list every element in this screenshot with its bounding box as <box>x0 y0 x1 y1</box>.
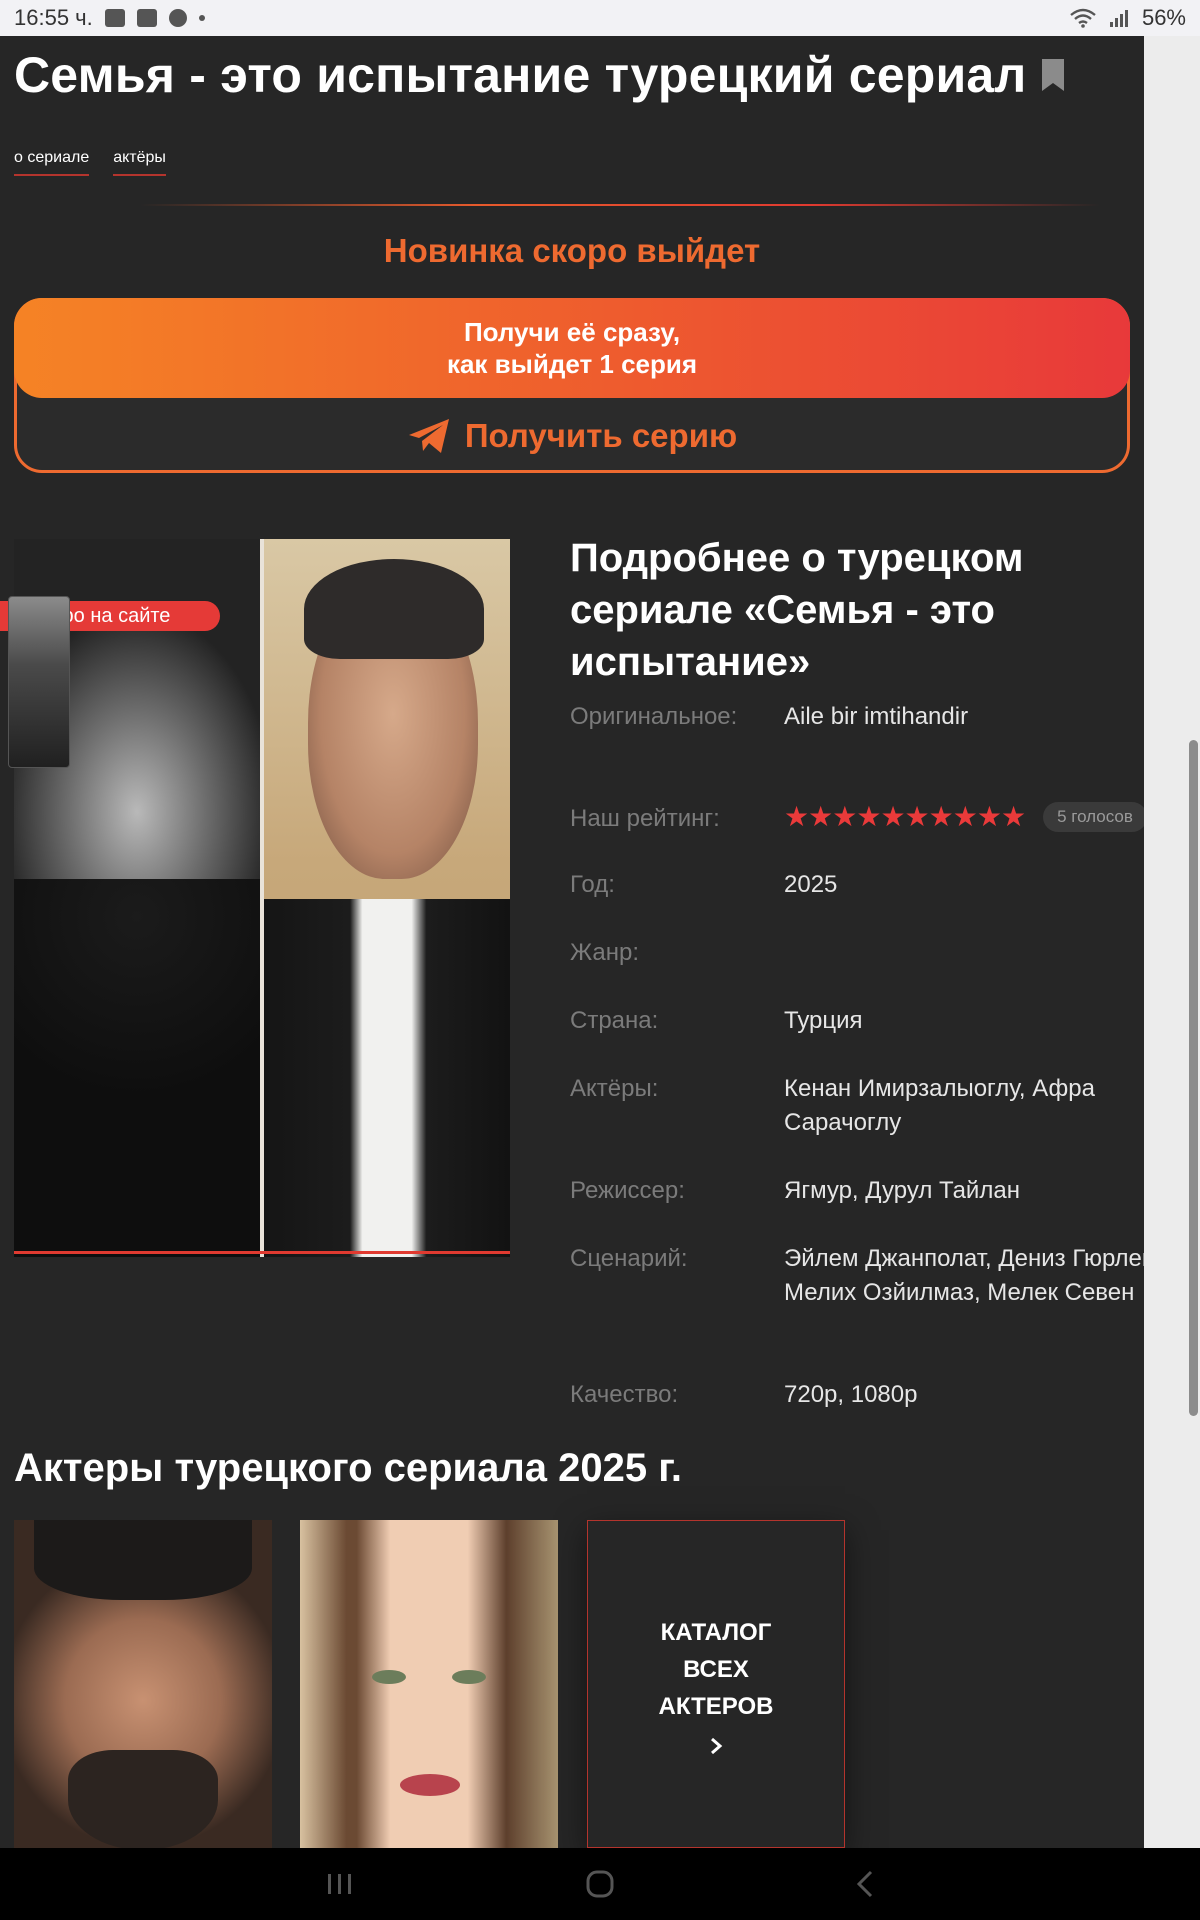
telegram-icon <box>408 419 449 453</box>
catalog-line-1: КАТАЛОГ <box>660 1618 772 1646</box>
rating-stars[interactable]: ★ ★ ★ ★ ★ ★ ★ ★ ★ ★ 5 голосов <box>784 800 1144 834</box>
details-heading: Подробнее о турецком сериале «Семья - эт… <box>570 536 1024 684</box>
star-icon[interactable]: ★ <box>880 800 905 834</box>
star-icon[interactable]: ★ <box>953 800 978 834</box>
get-episode-label: Получить серию <box>464 417 738 454</box>
promo-banner-line1: Получи её сразу, <box>463 317 681 347</box>
info-country: Страна: Турция <box>570 1004 1144 1038</box>
star-icon[interactable]: ★ <box>929 800 954 834</box>
scrollbar-thumb[interactable] <box>1189 740 1198 1416</box>
recent-apps-icon[interactable] <box>320 1866 360 1902</box>
actor-photo-eye <box>372 1670 406 1684</box>
votes-badge: 5 голосов <box>1043 802 1144 832</box>
actor-photo-eye <box>452 1670 486 1684</box>
info-country-label: Страна: <box>570 1007 659 1034</box>
poster-actor-right <box>264 539 510 1257</box>
page-tabs: о сериале актёры <box>14 149 166 176</box>
tab-about[interactable]: о сериале <box>14 149 90 176</box>
info-year-label: Год: <box>570 871 615 898</box>
info-genre-label: Жанр: <box>570 939 640 966</box>
status-bar: 16:55 ч. 56% <box>0 0 1200 36</box>
battery-level: 56% <box>1141 5 1186 30</box>
info-screenplay-label: Сценарий: <box>570 1245 688 1272</box>
poster-actor-left-body <box>14 879 260 1257</box>
star-icon[interactable]: ★ <box>977 800 1002 834</box>
info-director-label: Режиссер: <box>570 1177 685 1204</box>
info-genre-value <box>784 936 1144 970</box>
poster-actor-right-body <box>264 899 510 1257</box>
poster-actor-right-hair <box>304 559 484 659</box>
actor-card-kenan[interactable] <box>14 1520 272 1848</box>
tab-actors[interactable]: актёры <box>113 149 166 176</box>
series-poster <box>14 539 510 1257</box>
info-screenplay: Сценарий: Эйлем Джанполат, Дениз Гюрлек,… <box>570 1242 1144 1310</box>
get-episode-button[interactable]: Получить серию <box>14 406 1130 466</box>
signal-icon <box>1109 10 1128 27</box>
info-country-value: Турция <box>784 1007 863 1034</box>
page-title: Семья - это испытание турецкий сериал <box>14 46 1066 104</box>
promo-banner: Получи её сразу, как выйдет 1 серия <box>14 298 1130 398</box>
gallery-icon <box>104 9 125 27</box>
back-icon[interactable] <box>845 1866 885 1902</box>
star-icon[interactable]: ★ <box>856 800 881 834</box>
star-icon[interactable]: ★ <box>1001 800 1026 834</box>
promo-title: Новинка скоро выйдет <box>383 232 761 269</box>
info-original-label: Оригинальное: <box>570 703 738 730</box>
home-icon[interactable] <box>580 1866 620 1902</box>
facebook-icon <box>136 9 157 27</box>
info-actors-label: Актёры: <box>570 1075 659 1102</box>
chrome-icon <box>168 9 187 27</box>
info-quality: Качество: 720p, 1080p <box>570 1378 1144 1412</box>
status-left: 16:55 ч. <box>14 5 205 31</box>
info-year: Год: 2025 <box>570 868 1144 902</box>
info-rating-label: Наш рейтинг: <box>570 805 720 832</box>
info-original: Оригинальное: Aile bir imtihandir <box>570 700 1144 734</box>
catalog-line-2: ВСЕХ <box>683 1655 749 1683</box>
promo-banner-line2: как выйдет 1 серия <box>446 349 698 379</box>
info-genre: Жанр: <box>570 936 1144 970</box>
actor-photo-mouth <box>400 1774 460 1796</box>
section-divider <box>140 204 1100 206</box>
star-icon[interactable]: ★ <box>784 800 809 834</box>
actor-card-afra[interactable] <box>300 1520 558 1848</box>
actors-section-title: Актеры турецкого сериала 2025 г. <box>14 1446 683 1490</box>
info-director-value: Ягмур, Дурул Тайлан <box>784 1177 1020 1204</box>
bookmark-icon[interactable] <box>1040 58 1066 92</box>
dot-icon <box>198 15 205 21</box>
page-title-text: Семья - это испытание турецкий сериал <box>14 47 1027 103</box>
info-actors-value: Кенан Имирзалыоглу, Афра Сарачоглу <box>784 1075 1095 1136</box>
all-actors-catalog-card[interactable]: КАТАЛОГ ВСЕХ АКТЕРОВ <box>587 1520 845 1848</box>
wifi-icon <box>1070 8 1096 28</box>
poster-underline <box>14 1251 510 1254</box>
info-quality-label: Качество: <box>570 1381 679 1408</box>
page-content: Семья - это испытание турецкий сериал о … <box>0 36 1144 1848</box>
star-icon[interactable]: ★ <box>905 800 930 834</box>
floating-thumbnail[interactable] <box>8 596 70 768</box>
actor-photo-beard <box>68 1750 218 1848</box>
info-screenplay-value: Эйлем Джанполат, Дениз Гюрлек, Мелих Озй… <box>784 1245 1144 1306</box>
status-right: 56% <box>1070 5 1186 31</box>
info-year-value: 2025 <box>784 871 838 898</box>
catalog-line-3: АКТЕРОВ <box>658 1692 774 1720</box>
chevron-right-icon <box>711 1737 723 1754</box>
info-original-value: Aile bir imtihandir <box>784 703 969 730</box>
info-quality-value: 720p, 1080p <box>784 1381 918 1408</box>
info-director: Режиссер: Ягмур, Дурул Тайлан <box>570 1174 1144 1208</box>
scrollbar-track[interactable] <box>1144 36 1200 1848</box>
star-icon[interactable]: ★ <box>832 800 857 834</box>
info-actors: Актёры: Кенан Имирзалыоглу, Афра Сарачог… <box>570 1072 1144 1140</box>
actor-photo-hair <box>34 1520 252 1600</box>
info-rating: Наш рейтинг: ★ ★ ★ ★ ★ ★ ★ ★ ★ ★ 5 голос… <box>570 800 1144 836</box>
star-icon[interactable]: ★ <box>808 800 833 834</box>
system-navigation-bar <box>0 1848 1200 1920</box>
status-time: 16:55 ч. <box>14 5 93 30</box>
